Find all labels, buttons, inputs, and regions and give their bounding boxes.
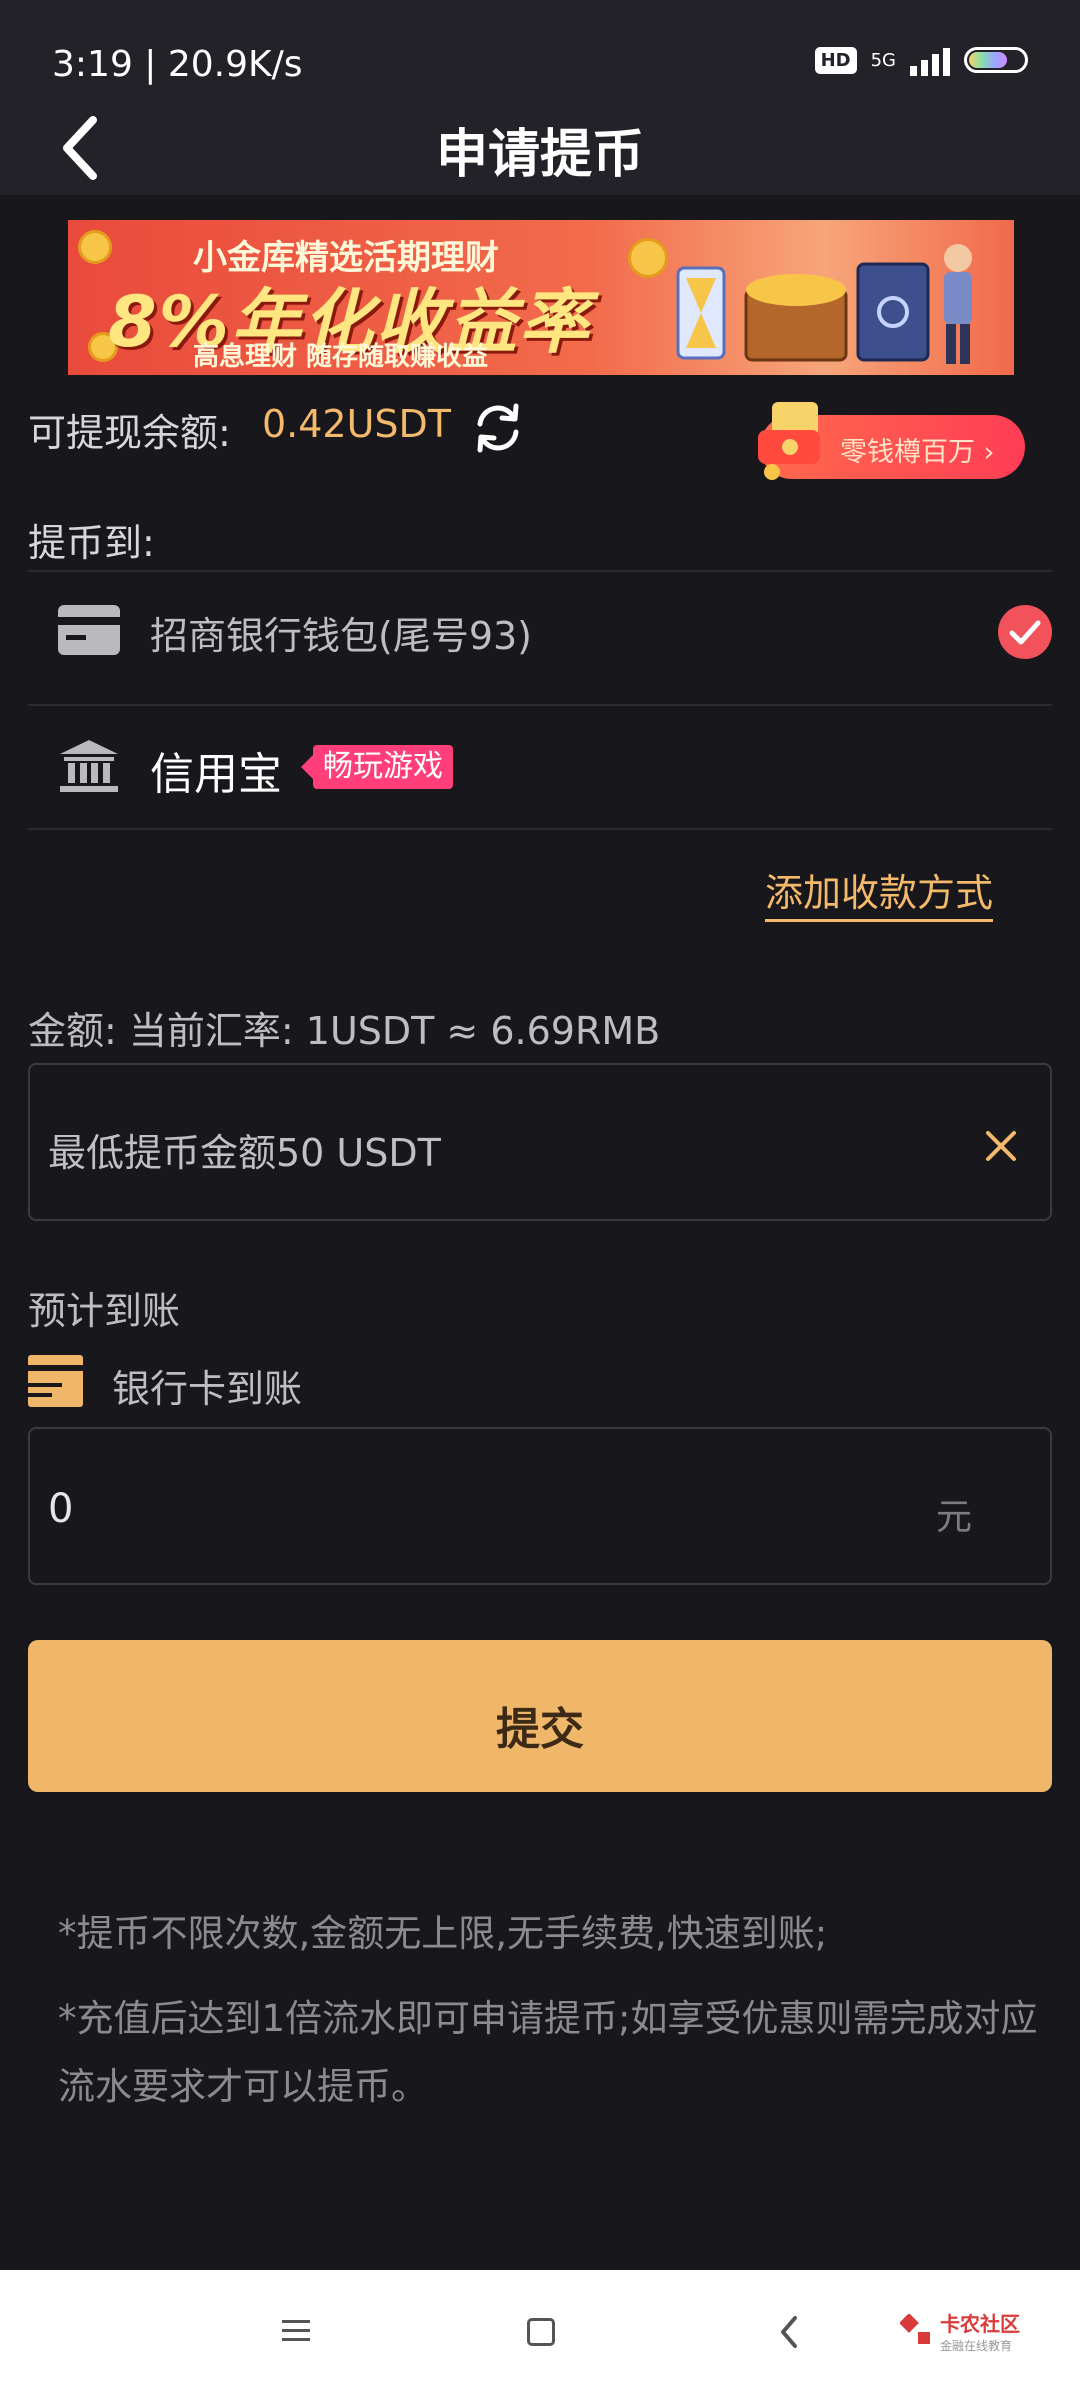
watermark-text: 卡农社区 xyxy=(940,2312,1020,2336)
method-label-credit: 信用宝 xyxy=(150,749,282,800)
status-time: 3:19 | 20.9K/s xyxy=(52,44,303,85)
divider xyxy=(28,828,1052,830)
card-arrival-label: 银行卡到账 xyxy=(112,1367,303,1411)
back-icon[interactable] xyxy=(775,2314,805,2350)
amount-label: 金额: 当前汇率: 1USDT ≈ 6.69RMB xyxy=(28,1009,661,1053)
bank-card-icon xyxy=(28,1355,83,1407)
submit-label: 提交 xyxy=(496,1704,584,1755)
note-1: *提币不限次数,金额无上限,无手续费,快速到账; xyxy=(58,1912,828,1955)
watermark-logo-icon xyxy=(900,2314,930,2344)
balance-value: 0.42USDT xyxy=(262,402,452,446)
network-label: 5G xyxy=(870,49,896,71)
amount-placeholder: 最低提币金额50 USDT xyxy=(48,1131,441,1175)
gift-icon xyxy=(752,392,832,482)
page-title: 申请提币 xyxy=(435,125,644,185)
home-icon[interactable] xyxy=(527,2318,555,2346)
card-icon xyxy=(58,605,120,655)
note-2: *充值后达到1倍流水即可申请提币;如享受优惠则需完成对应流水要求才可以提币。 xyxy=(58,1997,1038,2108)
balance-label: 可提现余额: xyxy=(28,411,231,455)
banner-line2: 高息理财 随存随取赚收益 xyxy=(193,342,489,372)
check-icon xyxy=(998,605,1052,659)
menu-icon[interactable] xyxy=(280,2318,312,2344)
bank-building-icon xyxy=(58,738,120,794)
estimate-value: 0 xyxy=(48,1486,74,1532)
hd-icon: HD xyxy=(814,46,857,74)
treasure-illustration-icon xyxy=(676,244,972,364)
promo-banner[interactable]: 小金库精选活期理财 8%年化收益率 高息理财 随存随取赚收益 xyxy=(68,220,1014,375)
withdraw-to-label: 提币到: xyxy=(28,521,155,565)
clear-icon[interactable] xyxy=(980,1125,1022,1167)
piggy-bank-label: 零钱樽百万 › xyxy=(840,437,995,468)
estimate-field xyxy=(28,1427,1052,1585)
method-label-bank: 招商银行钱包(尾号93) xyxy=(150,614,533,658)
battery-icon xyxy=(964,47,1028,73)
coin-icon xyxy=(78,230,112,264)
promo-tag: 畅玩游戏 xyxy=(301,745,453,789)
refresh-icon[interactable] xyxy=(470,400,526,456)
add-payment-method-link[interactable]: 添加收款方式 xyxy=(765,862,994,922)
signal-icon xyxy=(910,44,950,76)
status-icons: HD 5G xyxy=(814,44,1028,76)
watermark: 卡农社区 金融在线教育 xyxy=(900,2308,1020,2354)
estimate-unit: 元 xyxy=(936,1497,973,1538)
watermark-subtext: 金融在线教育 xyxy=(940,2339,1013,2353)
estimate-label: 预计到账 xyxy=(28,1289,181,1333)
